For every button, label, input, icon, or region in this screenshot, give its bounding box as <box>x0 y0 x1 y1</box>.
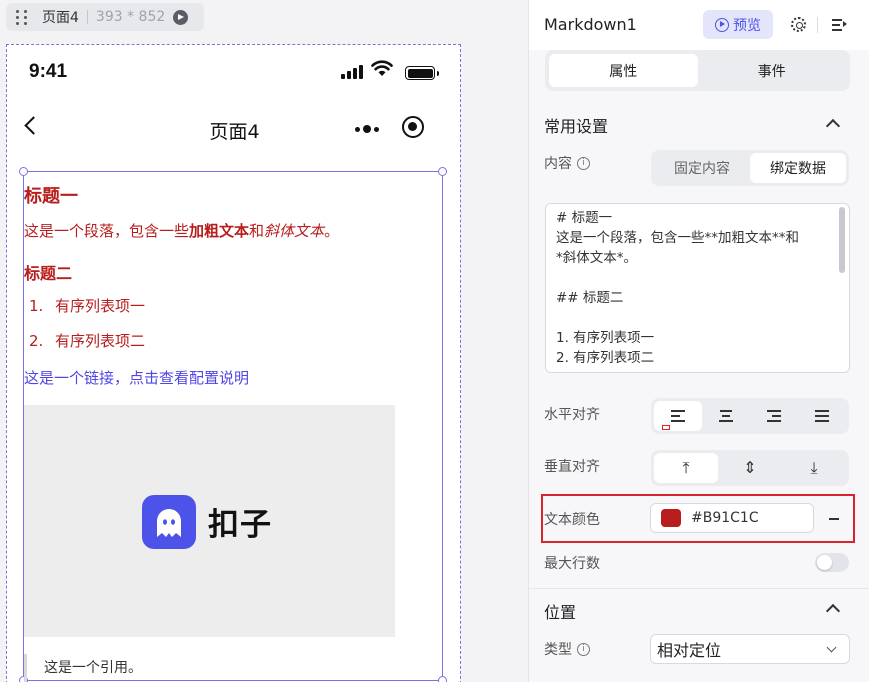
align-right-button[interactable] <box>750 401 798 431</box>
text-color-label: 文本颜色 <box>544 512 600 528</box>
component-name: Markdown1 <box>544 15 637 34</box>
md-list-item: 1. 有序列表项一 <box>29 297 146 315</box>
section-common-title: 常用设置 <box>544 117 609 136</box>
content-label: 内容 i <box>544 153 590 173</box>
type-value: 相对定位 <box>657 641 722 660</box>
panel-tabs: 属性 事件 <box>545 50 850 91</box>
info-icon[interactable]: i <box>577 156 590 170</box>
coze-logo-icon <box>142 495 196 549</box>
wifi-icon <box>371 60 393 80</box>
align-center-button[interactable] <box>702 401 750 431</box>
content-mode-toggle: 固定内容 绑定数据 <box>651 150 849 186</box>
divider <box>86 10 88 24</box>
align-right-icon <box>767 410 781 422</box>
section-position-title: 位置 <box>544 603 577 622</box>
nav-bar: 页面4 <box>7 107 460 151</box>
resize-handle[interactable] <box>438 676 447 682</box>
gear-icon[interactable] <box>791 17 806 32</box>
align-bottom-icon: ⤓ <box>810 458 818 477</box>
status-time: 9:41 <box>29 61 68 82</box>
md-link[interactable]: 这是一个链接，点击查看配置说明 <box>24 367 249 388</box>
play-icon[interactable] <box>173 9 189 25</box>
v-align-group: ⤒ ⇕ ⤓ <box>651 450 849 486</box>
annotation-marker <box>662 425 670 430</box>
mini-program-capsule <box>349 111 445 143</box>
md-heading-1: 标题一 <box>24 186 78 207</box>
align-top-button[interactable]: ⤒ <box>654 453 718 483</box>
align-bottom-button[interactable]: ⤓ <box>782 453 846 483</box>
type-select[interactable]: 相对定位 <box>650 634 850 664</box>
v-align-label: 垂直对齐 <box>544 459 600 475</box>
preview-label: 预览 <box>733 17 761 34</box>
text-color-input[interactable]: #B91C1C <box>650 503 814 533</box>
tab-properties[interactable]: 属性 <box>549 54 698 87</box>
max-lines-label: 最大行数 <box>544 556 600 572</box>
minus-icon[interactable] <box>829 518 839 520</box>
chevron-up-icon[interactable] <box>825 603 841 619</box>
page-size: 393 * 852 <box>95 9 166 25</box>
preview-button[interactable]: 预览 <box>703 10 773 39</box>
mode-fixed-content[interactable]: 固定内容 <box>654 153 750 183</box>
h-align-group <box>651 398 849 434</box>
collapse-panel-icon[interactable] <box>832 18 848 32</box>
resize-handle[interactable] <box>19 167 28 176</box>
max-lines-toggle[interactable] <box>815 553 849 572</box>
color-swatch[interactable] <box>661 509 681 527</box>
signal-icon <box>341 65 365 79</box>
property-panel: Markdown1 预览 属性 事件 常用设置 内容 i 固定内容 绑定数据 # … <box>528 0 869 682</box>
battery-icon <box>405 66 439 80</box>
align-justify-button[interactable] <box>798 401 846 431</box>
panel-header: Markdown1 预览 <box>529 0 869 50</box>
more-icon[interactable] <box>355 125 379 133</box>
status-bar: 9:41 <box>7 45 460 101</box>
chevron-down-icon <box>826 642 837 653</box>
md-heading-2: 标题二 <box>24 264 73 283</box>
md-image: 扣子 <box>24 405 395 637</box>
info-icon[interactable]: i <box>577 642 590 656</box>
textarea-scrollbar[interactable] <box>839 207 845 273</box>
page-label-bar[interactable]: 页面4 393 * 852 <box>6 3 204 31</box>
align-top-icon: ⤒ <box>682 458 690 477</box>
drag-handle-icon[interactable] <box>16 9 30 25</box>
logo-wordmark: 扣子 <box>208 507 272 543</box>
md-paragraph: 这是一个段落，包含一些加粗文本和斜体文本。 <box>24 222 340 240</box>
page-name: 页面4 <box>42 10 79 26</box>
md-italic-text: 斜体文本 <box>264 222 325 240</box>
mode-bind-data[interactable]: 绑定数据 <box>750 153 846 183</box>
resize-handle[interactable] <box>438 167 447 176</box>
align-middle-icon: ⇕ <box>743 458 757 477</box>
close-target-icon[interactable] <box>402 116 424 138</box>
type-label: 类型 i <box>544 639 590 659</box>
editor-canvas: 页面4 393 * 852 9:41 页面4 标题一 这是一个段落，包含一些加粗… <box>0 0 528 682</box>
md-bold-text: 加粗文本 <box>189 222 250 240</box>
content-textarea[interactable]: # 标题一 这是一个段落，包含一些**加粗文本**和 *斜体文本*。 ## 标题… <box>545 203 850 373</box>
play-circle-icon <box>715 17 729 32</box>
align-middle-button[interactable]: ⇕ <box>718 453 782 483</box>
md-blockquote: 这是一个引用。 <box>24 654 142 682</box>
align-justify-icon <box>815 410 829 422</box>
chevron-up-icon[interactable] <box>825 118 841 134</box>
section-divider <box>529 588 869 589</box>
h-align-label: 水平对齐 <box>544 407 600 423</box>
align-left-icon <box>671 410 685 422</box>
align-center-icon <box>719 410 733 422</box>
tab-events[interactable]: 事件 <box>698 54 847 87</box>
md-list-item: 2. 有序列表项二 <box>29 332 146 350</box>
color-value: #B91C1C <box>691 510 759 526</box>
divider <box>817 17 818 33</box>
